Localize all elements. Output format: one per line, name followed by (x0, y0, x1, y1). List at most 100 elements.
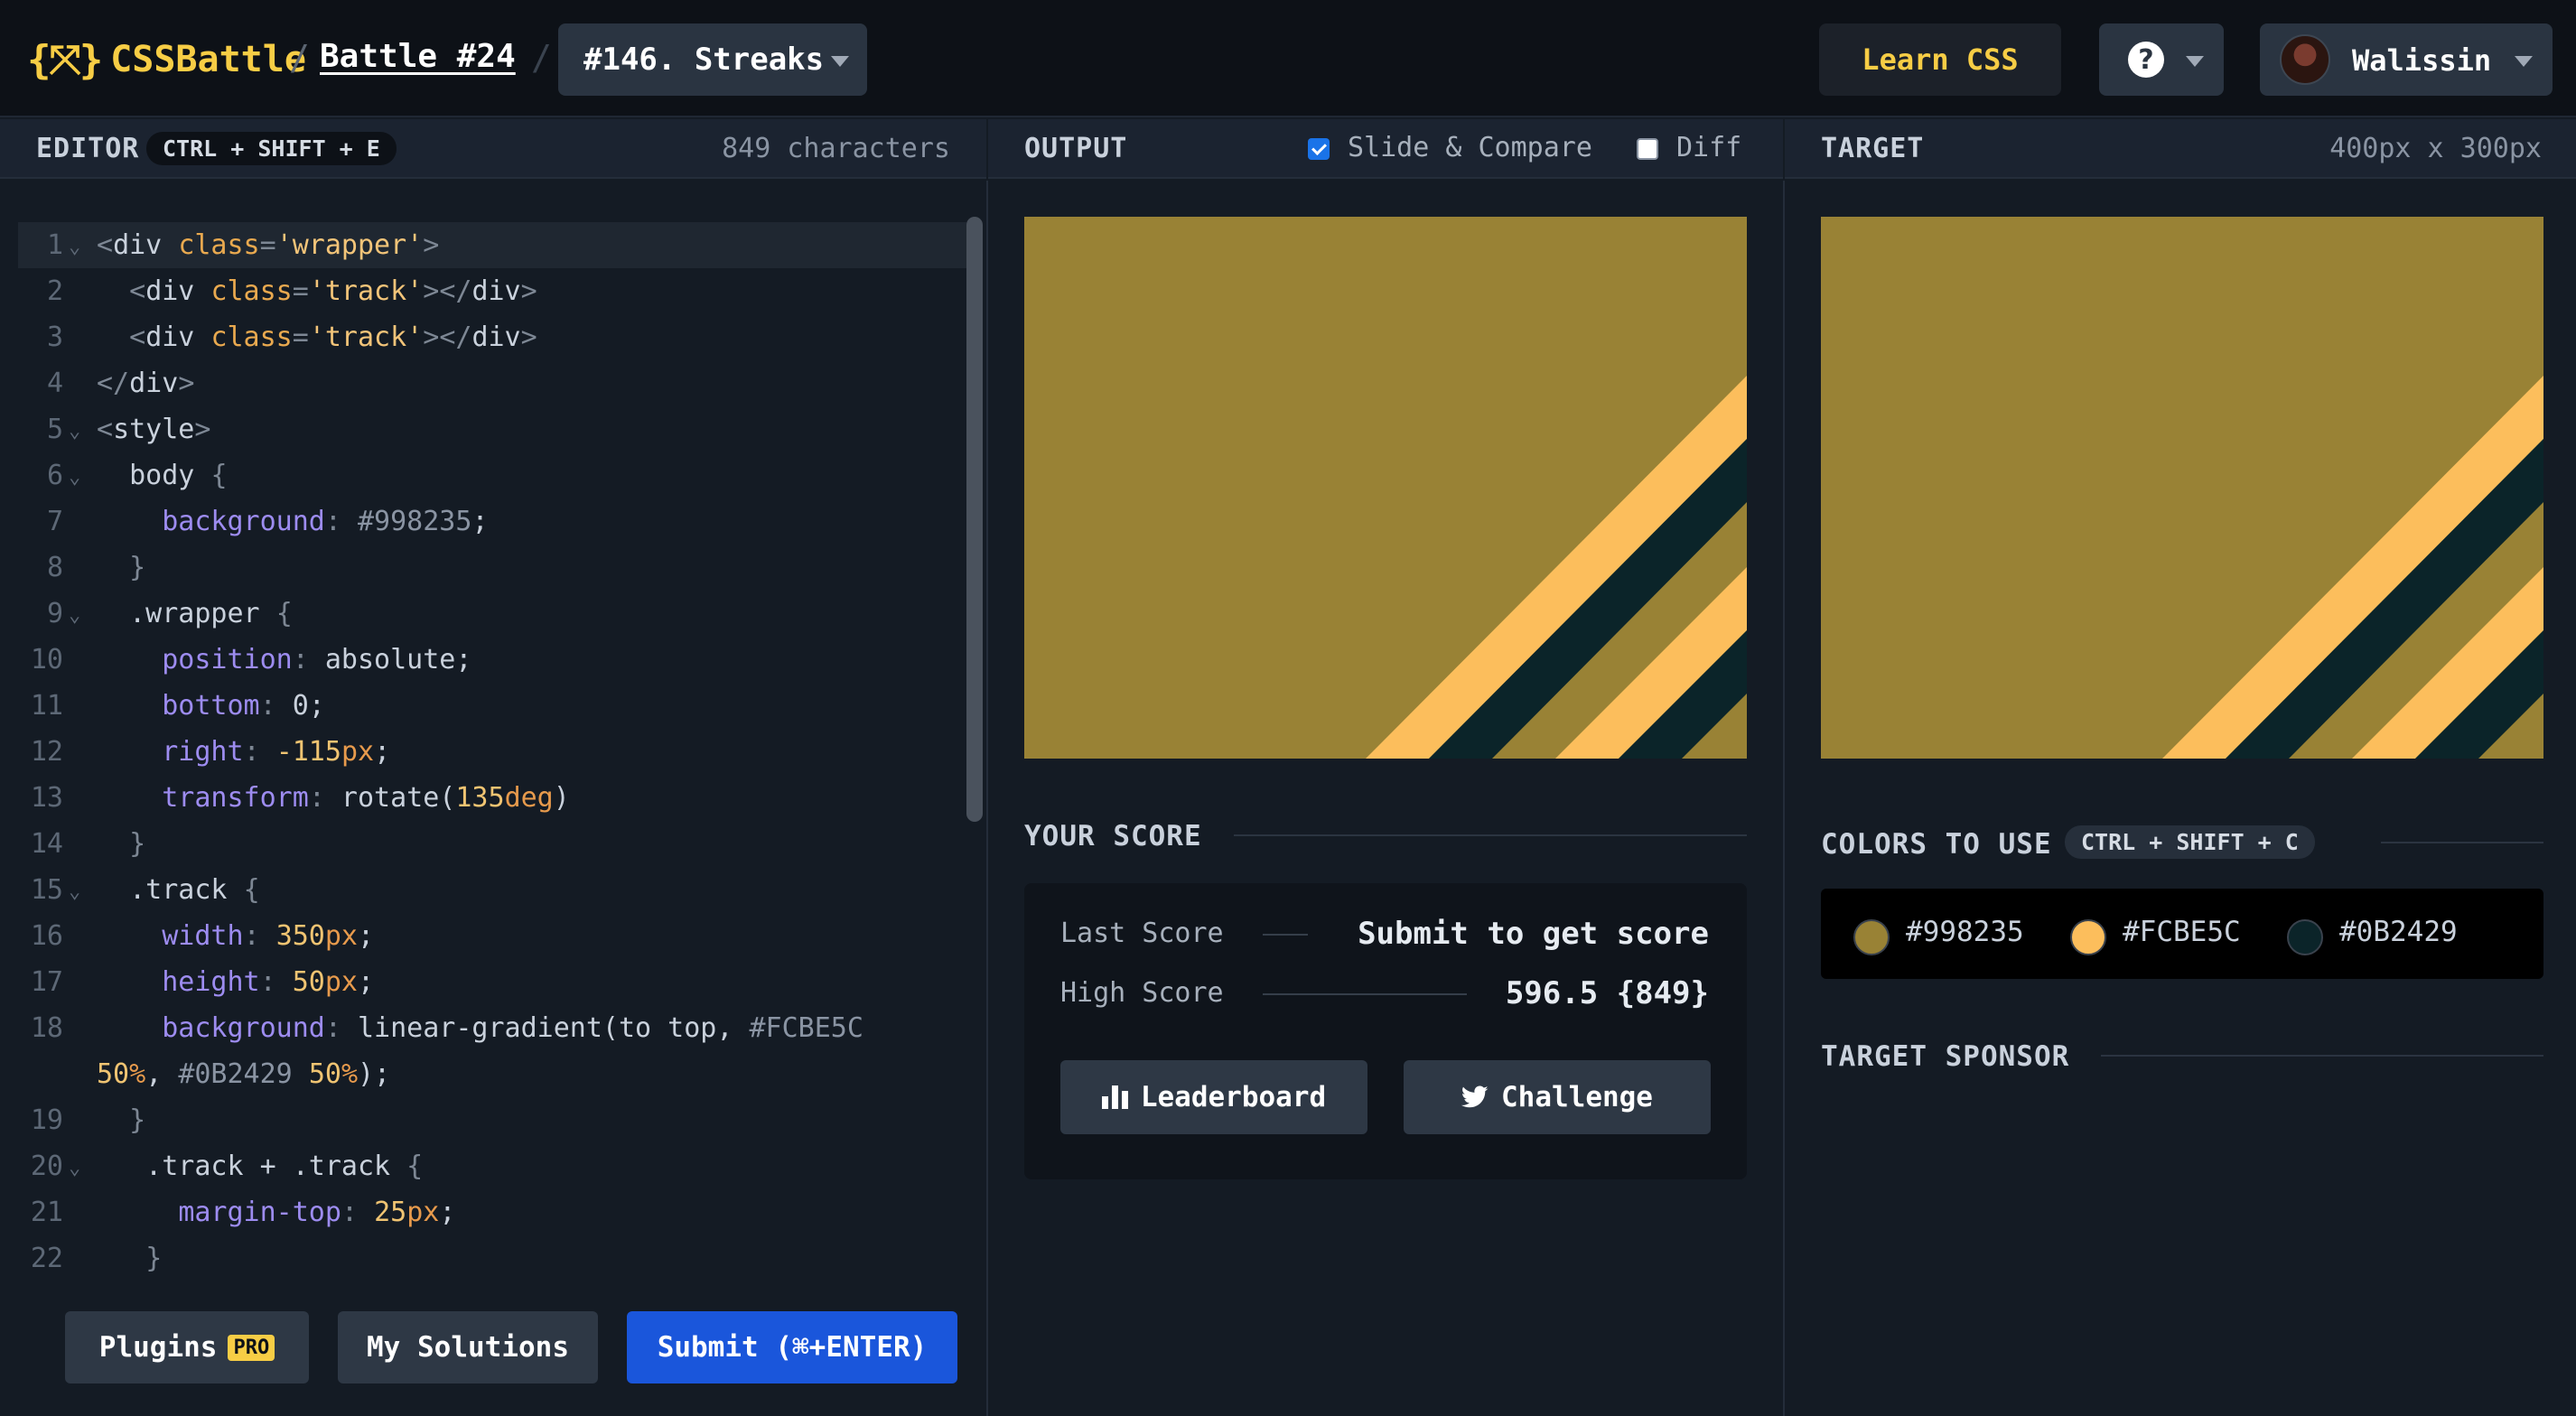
color-hex[interactable]: #0B2429 (2339, 916, 2458, 948)
code-line[interactable]: 22 } (18, 1235, 966, 1281)
cssbattle-logo[interactable]: {⤧} CSSBattle (27, 34, 306, 85)
code-editor[interactable]: 1 ⌄ <div class='wrapper'> 2 <div class='tra… (0, 181, 986, 1416)
code-line[interactable]: 21 margin-top: 25px; (18, 1189, 966, 1235)
code-line[interactable]: 16 width: 350px; (18, 913, 966, 959)
editor-shortcut-badge: CTRL + SHIFT + E (146, 132, 397, 165)
code-line[interactable]: 50%, #0B2429 50%); (18, 1051, 966, 1097)
slide-compare-label[interactable]: Slide & Compare (1348, 132, 1592, 163)
target-title: TARGET (1821, 132, 1925, 164)
color-hex[interactable]: #FCBE5C (2123, 916, 2241, 948)
fold-chevron-icon[interactable]: ⌄ (69, 224, 80, 270)
output-render (1024, 217, 1747, 759)
color-swatch[interactable] (1853, 919, 1890, 955)
target-header: TARGET 400px x 300px (1785, 119, 2576, 179)
leaderboard-button[interactable]: Leaderboard (1060, 1060, 1367, 1134)
challenge-dropdown[interactable]: #146. Streaks (558, 23, 867, 96)
my-solutions-button[interactable]: My Solutions (338, 1311, 598, 1383)
line-number: 12 (30, 736, 63, 768)
code-line[interactable]: 12 right: -115px; (18, 729, 966, 775)
code-line[interactable]: 20 ⌄ .track + .track { (18, 1143, 966, 1189)
chevron-down-icon (2186, 56, 2204, 67)
line-number: 5 (46, 414, 63, 445)
user-menu[interactable]: Walissin (2260, 23, 2553, 96)
challenge-button[interactable]: Challenge (1404, 1060, 1711, 1134)
score-card: Last Score Submit to get score High Scor… (1024, 883, 1747, 1179)
code-text: 50%, #0B2429 50%); (97, 1058, 391, 1090)
panel-divider[interactable] (1783, 181, 1785, 1416)
code-text: .track { (97, 874, 260, 906)
fold-chevron-icon[interactable]: ⌄ (69, 869, 80, 915)
code-line[interactable]: 14 } (18, 821, 966, 867)
code-line[interactable]: 17 height: 50px; (18, 959, 966, 1005)
code-line[interactable]: 18 background: linear-gradient(to top, #… (18, 1005, 966, 1051)
chevron-down-icon (831, 56, 849, 67)
line-number: 10 (30, 644, 63, 675)
code-line[interactable]: 2 <div class='track'></div> (18, 268, 966, 314)
code-line[interactable]: 13 transform: rotate(135deg) (18, 775, 966, 821)
code-line[interactable]: 4 </div> (18, 360, 966, 406)
panel-divider[interactable] (986, 181, 988, 1416)
editor-scrollbar[interactable] (966, 217, 983, 822)
plugins-button[interactable]: Plugins PRO (65, 1311, 309, 1383)
code-text: <div class='wrapper'> (97, 229, 440, 261)
high-score-label: High Score (1060, 977, 1224, 1009)
high-score-value: 596.5 {849} (1505, 975, 1709, 1011)
code-text: .track + .track { (97, 1150, 424, 1182)
plugins-label: Plugins (98, 1331, 218, 1364)
output-preview[interactable] (1024, 217, 1747, 759)
line-number: 19 (30, 1104, 63, 1136)
submit-button[interactable]: Submit (⌘+ENTER) (627, 1311, 957, 1383)
code-line[interactable]: 8 } (18, 545, 966, 591)
line-number: 8 (46, 552, 63, 583)
code-line[interactable]: 19 } (18, 1097, 966, 1143)
code-line[interactable]: 10 position: absolute; (18, 637, 966, 683)
logo-icon: {⤧} (27, 36, 103, 83)
user-name: Walissin (2352, 43, 2492, 78)
color-swatch[interactable] (2070, 919, 2106, 955)
code-line[interactable]: 5 ⌄ <style> (18, 406, 966, 452)
fold-chevron-icon[interactable]: ⌄ (69, 454, 80, 500)
colors-shortcut-badge: CTRL + SHIFT + C (2065, 825, 2315, 859)
code-text: position: absolute; (162, 644, 472, 675)
code-line[interactable]: 6 ⌄ body { (18, 452, 966, 498)
line-number: 11 (30, 690, 63, 722)
line-number: 18 (30, 1012, 63, 1044)
line-number: 21 (30, 1197, 63, 1228)
fold-chevron-icon[interactable]: ⌄ (69, 592, 80, 638)
code-line[interactable]: 1 ⌄ <div class='wrapper'> (18, 222, 966, 268)
logo-text: CSSBattle (110, 39, 306, 80)
slide-compare-checkbox[interactable] (1308, 138, 1330, 160)
pro-badge: PRO (228, 1334, 275, 1361)
diff-checkbox[interactable] (1637, 138, 1658, 160)
line-number: 14 (30, 828, 63, 860)
learn-css-button[interactable]: Learn CSS (1819, 23, 2061, 96)
help-dropdown[interactable]: ? (2099, 23, 2224, 96)
code-line[interactable]: 9 ⌄ .wrapper { (18, 591, 966, 637)
code-text: <div class='track'></div> (129, 275, 537, 307)
code-text: <style> (97, 414, 211, 445)
battle-link[interactable]: Battle #24 (320, 38, 516, 75)
diff-label[interactable]: Diff (1676, 132, 1741, 163)
code-line[interactable]: 15 ⌄ .track { (18, 867, 966, 913)
code-text: bottom: 0; (162, 690, 325, 722)
code-text: } (129, 552, 146, 583)
fold-chevron-icon[interactable]: ⌄ (69, 1145, 80, 1191)
code-line[interactable]: 3 <div class='track'></div> (18, 314, 966, 360)
code-text: background: linear-gradient(to top, #FCB… (162, 1012, 863, 1044)
line-number: 7 (46, 506, 63, 537)
code-text: background: #998235; (162, 506, 489, 537)
code-line[interactable]: 11 bottom: 0; (18, 683, 966, 729)
colors-title: COLORS TO USE (1821, 828, 2052, 861)
fold-chevron-icon[interactable]: ⌄ (69, 408, 80, 454)
divider (1263, 934, 1308, 936)
last-score-value: Submit to get score (1358, 916, 1709, 952)
color-swatch[interactable] (2287, 919, 2323, 955)
divider (2381, 842, 2543, 843)
editor-header: EDITOR CTRL + SHIFT + E 849 characters (0, 119, 986, 179)
code-lines[interactable]: 1 ⌄ <div class='wrapper'> 2 <div class='tra… (18, 222, 966, 1281)
color-hex[interactable]: #998235 (1906, 916, 2024, 948)
code-line[interactable]: 7 background: #998235; (18, 498, 966, 545)
divider (1263, 993, 1467, 995)
editor-title: EDITOR (36, 132, 140, 164)
your-score-title: YOUR SCORE (1024, 820, 1202, 852)
